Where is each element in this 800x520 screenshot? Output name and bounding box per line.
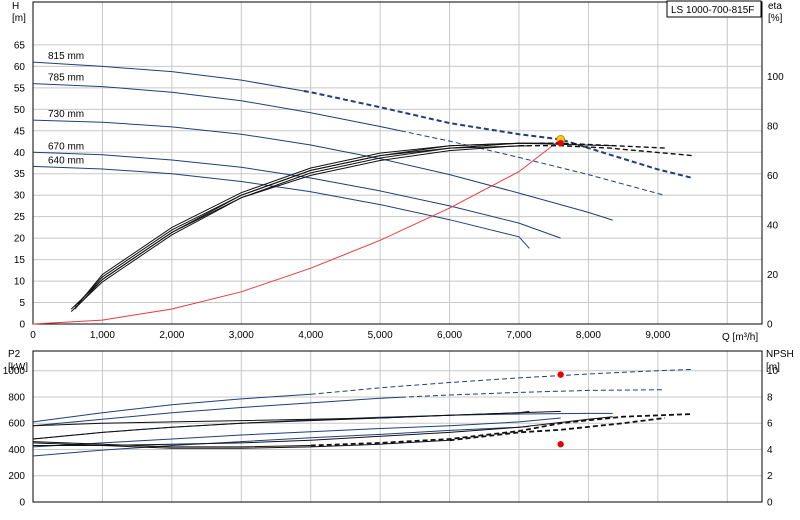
power-y-tick-label: 800 xyxy=(8,392,25,403)
x-tick-label: 0 xyxy=(30,330,36,341)
top-y-axis-label-unit: [m] xyxy=(12,13,26,24)
x-tick-label: 4,000 xyxy=(298,330,323,341)
eta-y-tick-label: 40 xyxy=(767,220,779,231)
eta-y-tick-label: 100 xyxy=(767,72,784,83)
eta-y-tick-label: 0 xyxy=(767,320,773,331)
eta-y-tick-label: 60 xyxy=(767,171,779,182)
head-curve-label: 670 mm xyxy=(48,141,84,152)
power-point-marker xyxy=(557,371,564,378)
eta-curve xyxy=(70,145,520,310)
x-tick-label: 3,000 xyxy=(229,330,254,341)
head-y-tick-label: 55 xyxy=(14,83,26,94)
head-y-tick-label: 45 xyxy=(14,126,26,137)
x-tick-label: 8,000 xyxy=(576,330,601,341)
head-y-tick-label: 30 xyxy=(14,191,26,202)
head-y-tick-label: 15 xyxy=(14,255,26,266)
head-y-tick-label: 65 xyxy=(14,40,26,51)
system-curve xyxy=(32,139,562,325)
head-curve xyxy=(32,83,402,132)
bottom-y2-axis-label-unit: [m] xyxy=(766,362,780,373)
power-y-tick-label: 0 xyxy=(19,498,25,509)
head-y-tick-label: 25 xyxy=(14,212,26,223)
eta-curve-dashed xyxy=(519,144,693,157)
top-x-axis-label: Q [m³/h] xyxy=(722,332,758,343)
top-y2-axis-label-main: eta xyxy=(768,1,782,12)
head-y-tick-label: 60 xyxy=(14,62,26,73)
head-y-tick-label: 0 xyxy=(19,320,25,331)
eta-y-tick-label: 20 xyxy=(767,270,779,281)
npsh-y-tick-label: 4 xyxy=(767,445,773,456)
chart-title: LS 1000-700-815F xyxy=(671,5,754,16)
x-tick-label: 1,000 xyxy=(90,330,115,341)
npsh-y-tick-label: 0 xyxy=(767,498,773,509)
x-tick-label: 5,000 xyxy=(368,330,393,341)
top-y-axis-label-main: H xyxy=(12,1,19,12)
x-tick-label: 6,000 xyxy=(437,330,462,341)
head-curve-label: 730 mm xyxy=(48,109,84,120)
npsh-y-tick-label: 2 xyxy=(767,471,773,482)
npsh-y-tick-label: 6 xyxy=(767,419,773,430)
eta-curve xyxy=(74,145,530,310)
power-plot-border xyxy=(32,350,763,503)
power-chart-grid xyxy=(32,350,763,503)
head-curve-label: 785 mm xyxy=(48,73,84,84)
bottom-y-axis-label-unit: [kW] xyxy=(8,362,28,373)
head-curve-label: 640 mm xyxy=(48,155,84,166)
eta-point-marker xyxy=(557,139,564,147)
npsh-point-marker xyxy=(557,441,564,448)
power-plot-frame xyxy=(32,350,763,503)
power-curve-dashed xyxy=(400,389,665,398)
head-y-tick-label: 50 xyxy=(14,105,26,116)
npsh-y-tick-label: 8 xyxy=(767,392,773,403)
head-y-tick-label: 35 xyxy=(14,169,26,180)
head-curve-dashed xyxy=(303,90,693,179)
pump-performance-chart: 0 1,000 2,000 3,000 4,000 5,000 6,000 7,000 8,00… xyxy=(3,0,794,509)
bottom-y-axis-label-main: P2 xyxy=(8,349,21,360)
power-curve-dashed xyxy=(310,368,693,395)
eta-y-tick-label: 80 xyxy=(767,121,779,132)
x-tick-label: 9,000 xyxy=(645,330,670,341)
head-y-tick-label: 10 xyxy=(14,277,26,288)
eta-curve xyxy=(77,142,540,305)
power-y-tick-label: 200 xyxy=(8,471,25,482)
head-y-tick-label: 20 xyxy=(14,234,26,245)
power-y-tick-label: 400 xyxy=(8,445,25,456)
x-tick-label: 2,000 xyxy=(159,330,184,341)
power-y-tick-label: 600 xyxy=(8,419,25,430)
head-y-tick-label: 5 xyxy=(19,298,25,309)
x-tick-label: 7,000 xyxy=(506,330,531,341)
bottom-y2-axis-label-main: NPSH xyxy=(766,349,794,360)
head-curve-label: 815 mm xyxy=(48,51,84,62)
power-curve xyxy=(32,417,561,448)
top-y2-axis-label-unit: [%] xyxy=(768,13,783,24)
head-y-tick-label: 40 xyxy=(14,148,26,159)
head-curve-dashed xyxy=(400,130,665,196)
